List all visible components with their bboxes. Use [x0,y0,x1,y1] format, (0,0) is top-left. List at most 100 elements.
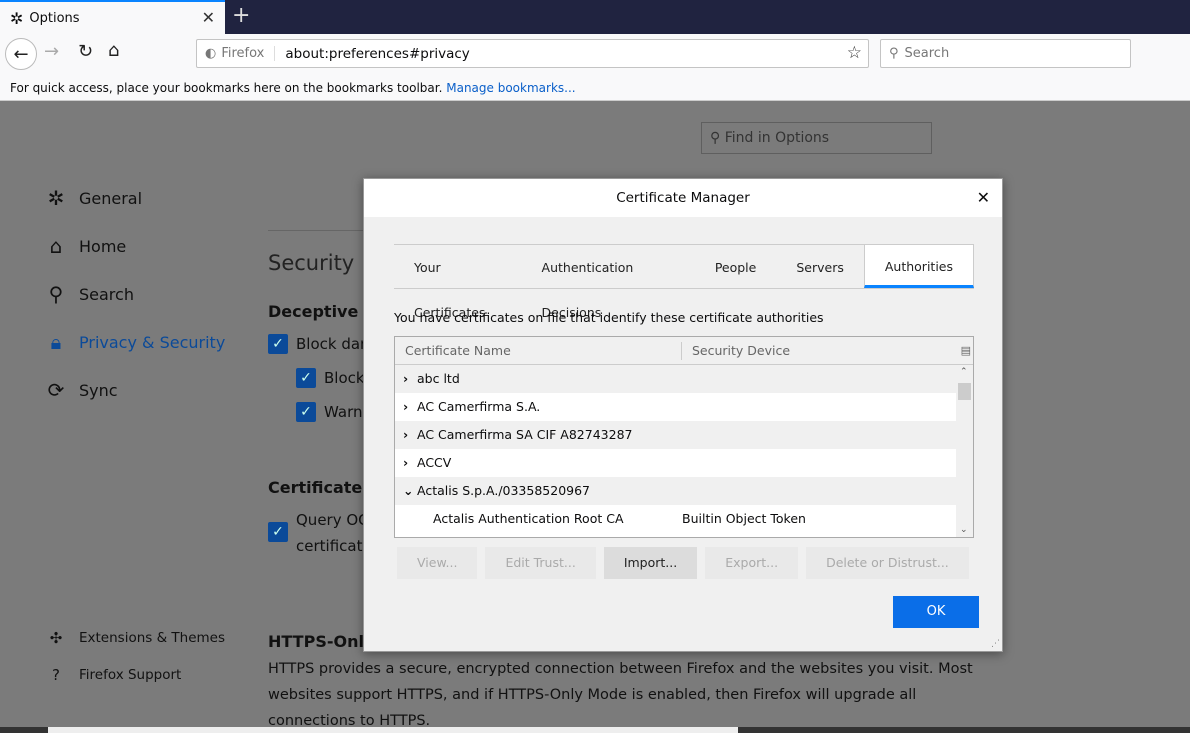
identity-box[interactable]: ◐ Firefox [197,46,276,61]
tree-row[interactable]: › AC Camerfirma S.A. [395,393,957,421]
certificate-tree[interactable]: Certificate Name Security Device ▤ › abc … [394,336,974,538]
bookmark-star-icon[interactable]: ☆ [847,43,862,63]
authorities-description: You have certificates on file that ident… [394,310,824,325]
chevron-right-icon[interactable]: › [403,449,417,477]
block-checkbox[interactable]: ✓ [296,368,316,388]
new-tab-button[interactable]: + [232,3,250,28]
home-icon: ⌂ [49,234,63,258]
export-button[interactable]: Export... [705,547,799,579]
lock-icon: 🔒︎ [50,330,62,354]
taskbar-item[interactable] [48,727,738,733]
tab-bar: ✲ Options ✕ + [0,0,1190,34]
tree-row[interactable]: › AC Camerfirma SA CIF A82743287 [395,421,957,449]
sync-icon: ⟳ [47,378,65,402]
tree-row[interactable]: Actalis Authentication Root CA Builtin Ob… [395,505,957,533]
sidebar-item-general[interactable]: ✲ General [45,186,142,210]
scrollbar[interactable]: ⌃ ⌄ [956,365,973,537]
view-button[interactable]: View... [397,547,478,579]
reload-button[interactable]: ↻ [78,41,93,62]
certificates-heading: Certificates [268,478,372,497]
tab-options[interactable]: ✲ Options ✕ [0,0,225,34]
url-bar[interactable]: ◐ Firefox about:preferences#privacy ☆ [196,39,869,68]
firefox-icon: ◐ [205,46,217,61]
cert-name: ACCV [417,455,452,470]
divider [268,230,368,231]
tab-your-certificates[interactable]: Your Certificates [394,245,522,320]
certificate-manager-dialog: Certificate Manager ✕ Your Certificates A… [363,178,1003,652]
search-input[interactable]: ⚲ Search [880,39,1131,68]
tree-row[interactable]: › ACCV [395,449,957,477]
chevron-down-icon[interactable]: ⌄ [403,477,417,505]
cert-name-cell: › ACCV [395,449,682,477]
forward-button[interactable]: → [44,41,59,62]
close-icon[interactable]: ✕ [977,179,990,217]
https-text: websites support HTTPS, and if HTTPS-Onl… [268,687,917,703]
chevron-right-icon[interactable]: › [403,421,417,449]
manage-bookmarks-link[interactable]: Manage bookmarks... [446,81,575,95]
dialog-title: Certificate Manager [616,190,750,206]
sidebar-label: Home [79,236,127,256]
tab-servers[interactable]: Servers [776,245,864,288]
block-dangerous-checkbox[interactable]: ✓ [268,334,288,354]
edit-trust-button[interactable]: Edit Trust... [485,547,596,579]
chevron-right-icon[interactable]: › [403,365,417,393]
sidebar-item-support[interactable]: ? Firefox Support [45,666,181,684]
query-ocsp-checkbox[interactable]: ✓ [268,522,288,542]
chevron-right-icon[interactable]: › [403,393,417,421]
column-security-device[interactable]: Security Device [682,337,790,364]
ok-button[interactable]: OK [893,596,979,628]
column-picker-icon[interactable]: ▤ [961,337,971,365]
scrollbar-thumb[interactable] [958,383,971,400]
warn-checkbox[interactable]: ✓ [296,402,316,422]
https-heading: HTTPS-Only [268,632,375,651]
home-button[interactable]: ⌂ [108,40,119,61]
scroll-down-icon[interactable]: ⌄ [960,525,968,535]
puzzle-icon: ✣ [49,629,63,647]
search-icon: ⚲ [889,46,899,61]
tab-list: Your Certificates Authentication Decisio… [394,244,974,320]
tree-row[interactable]: ⌄ Actalis S.p.A./03358520967 [395,477,957,505]
gear-icon: ✲ [47,186,65,210]
cert-name-cell: › AC Camerfirma S.A. [395,393,682,421]
import-button[interactable]: Import... [603,547,698,579]
sidebar-item-search[interactable]: ⚲ Search [45,282,134,306]
cert-name: AC Camerfirma SA CIF A82743287 [417,427,633,442]
gear-icon: ✲ [10,8,24,28]
security-heading: Security [268,251,355,275]
sidebar-label: Sync [79,380,118,400]
security-device-cell: Builtin Object Token [682,511,806,526]
taskbar [0,727,1190,733]
sidebar-item-extensions[interactable]: ✣ Extensions & Themes [45,629,225,647]
cert-name-cell: › AC Camerfirma SA CIF A82743287 [395,421,682,449]
column-certificate-name[interactable]: Certificate Name [395,342,682,360]
url-text: about:preferences#privacy [285,45,470,62]
sidebar-label: Search [79,284,134,304]
tree-rows: › abc ltd › AC Camerfirma S.A. › AC Camerfirm… [395,365,973,533]
close-tab-icon[interactable]: ✕ [202,8,215,27]
cert-name: AC Camerfirma S.A. [417,399,541,414]
sidebar-label: General [79,188,143,208]
sidebar-label: Privacy & Security [79,332,226,352]
sidebar-item-sync[interactable]: ⟳ Sync [45,378,118,402]
cert-name-cell: Actalis Authentication Root CA [395,505,682,533]
scroll-up-icon[interactable]: ⌃ [960,367,968,377]
help-icon: ? [52,666,60,684]
dialog-titlebar: Certificate Manager ✕ [364,179,1002,217]
tree-row[interactable]: › abc ltd [395,365,957,393]
tab-authorities[interactable]: Authorities [863,245,974,288]
https-text: HTTPS provides a secure, encrypted conne… [268,661,973,677]
sidebar-label: Firefox Support [79,667,182,683]
resize-grip-icon[interactable]: ⋰ [991,639,1000,649]
search-placeholder: Search [904,46,950,61]
back-button[interactable]: ← [5,38,37,70]
sidebar-item-home[interactable]: ⌂ Home [45,234,127,258]
tab-people[interactable]: People [695,245,777,288]
search-icon: ⚲ [48,282,64,306]
identity-label: Firefox [221,46,265,61]
delete-or-distrust-button[interactable]: Delete or Distrust... [806,547,969,579]
cert-name: Actalis S.p.A./03358520967 [417,483,591,498]
find-in-options-input[interactable]: ⚲ Find in Options [701,122,932,154]
sidebar-item-privacy[interactable]: 🔒︎ Privacy & Security [45,330,226,354]
block-label: Block [324,369,365,387]
tab-authentication-decisions[interactable]: Authentication Decisions [522,245,695,320]
